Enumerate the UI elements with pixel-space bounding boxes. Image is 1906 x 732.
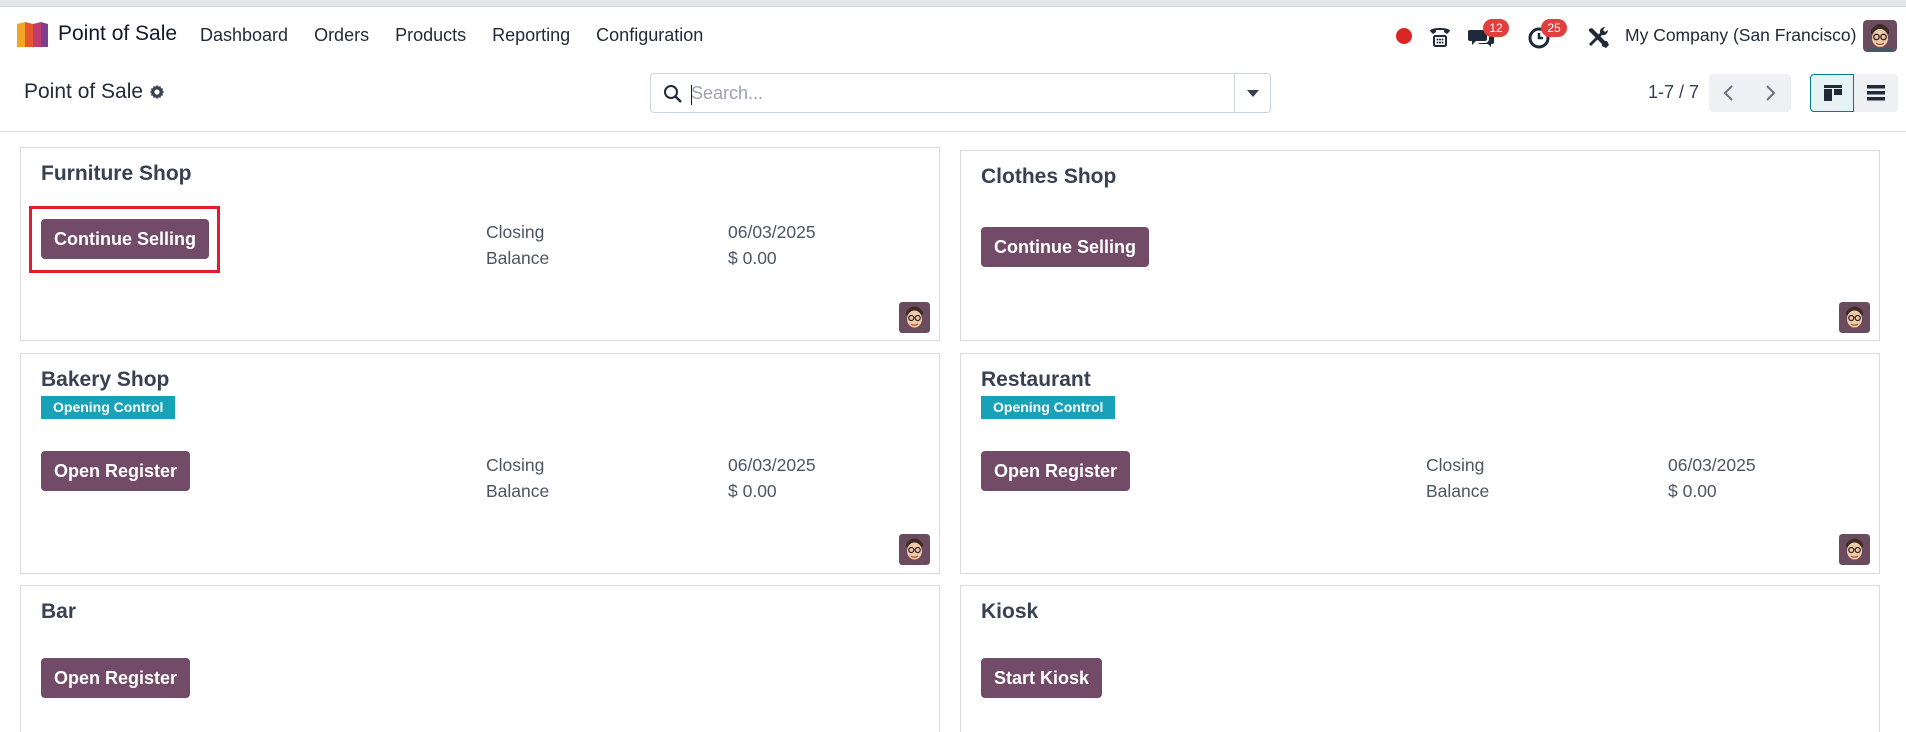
closing-label: Closing — [486, 455, 545, 475]
pos-card-restaurant[interactable]: Restaurant Opening Control Open Register… — [960, 353, 1880, 574]
balance-value: $ 0.00 — [1668, 481, 1717, 501]
open-register-button[interactable]: Open Register — [981, 451, 1131, 491]
card-title[interactable]: Kiosk — [981, 600, 1038, 624]
balance-label: Balance — [486, 248, 550, 268]
highlight-annotation-box — [29, 206, 220, 273]
main-navbar: Point of Sale Dashboard Orders Products … — [0, 12, 1906, 58]
responsible-avatar[interactable] — [1839, 534, 1870, 565]
open-register-button[interactable]: Open Register — [41, 658, 191, 698]
card-title[interactable]: Bar — [41, 600, 76, 624]
open-register-button[interactable]: Open Register — [41, 451, 191, 491]
closing-label: Closing — [486, 222, 545, 242]
search-options-toggle[interactable] — [1234, 73, 1271, 113]
balance-value: $ 0.00 — [728, 248, 777, 268]
chevron-left-icon — [1723, 85, 1733, 101]
card-title[interactable]: Clothes Shop — [981, 165, 1116, 189]
menu-reporting[interactable]: Reporting — [492, 25, 570, 46]
card-title[interactable]: Restaurant — [981, 368, 1091, 392]
pager-value[interactable]: 1-7 / 7 — [1648, 82, 1699, 103]
card-title[interactable]: Bakery Shop — [41, 368, 169, 392]
search-input[interactable] — [691, 78, 1221, 108]
menu-products[interactable]: Products — [395, 25, 466, 46]
page-title[interactable]: Point of Sale — [24, 80, 143, 104]
pos-card-bar[interactable]: Bar Open Register — [20, 585, 940, 732]
menu-dashboard[interactable]: Dashboard — [200, 25, 288, 46]
closing-date: 06/03/2025 — [728, 222, 816, 242]
balance-label: Balance — [486, 481, 550, 501]
responsible-avatar[interactable] — [1839, 302, 1870, 333]
app-name[interactable]: Point of Sale — [58, 22, 177, 46]
closing-label: Closing — [1426, 455, 1485, 475]
settings-gear-icon[interactable] — [149, 84, 165, 100]
main-menu: Dashboard Orders Products Reporting Conf… — [200, 25, 729, 46]
start-kiosk-button[interactable]: Start Kiosk — [981, 658, 1103, 698]
responsible-avatar[interactable] — [899, 534, 930, 565]
company-switcher[interactable]: My Company (San Francisco) — [1625, 25, 1856, 46]
voip-phone-icon[interactable] — [1425, 22, 1455, 52]
search-text-cursor — [691, 85, 692, 105]
browser-top-strip — [0, 0, 1906, 7]
balance-value: $ 0.00 — [728, 481, 777, 501]
balance-label: Balance — [1426, 481, 1490, 501]
search-icon — [664, 85, 682, 103]
messages-count-badge: 12 — [1483, 19, 1509, 37]
list-view-icon — [1867, 85, 1885, 101]
caret-down-icon — [1247, 90, 1259, 97]
recording-indicator-icon[interactable] — [1396, 28, 1412, 44]
kanban-view-button[interactable] — [1810, 74, 1854, 112]
list-view-button[interactable] — [1854, 74, 1898, 112]
pager-next-button[interactable] — [1750, 74, 1791, 112]
pager-previous-button[interactable] — [1709, 74, 1750, 112]
opening-control-tag: Opening Control — [41, 396, 176, 419]
control-panel-divider — [0, 131, 1906, 132]
menu-configuration[interactable]: Configuration — [596, 25, 703, 46]
card-title[interactable]: Furniture Shop — [41, 162, 192, 186]
opening-control-tag: Opening Control — [981, 396, 1116, 419]
debug-tools-icon[interactable] — [1583, 22, 1613, 52]
continue-selling-button[interactable]: Continue Selling — [981, 227, 1149, 267]
pos-card-clothes-shop[interactable]: Clothes Shop Continue Selling — [960, 150, 1880, 341]
responsible-avatar[interactable] — [899, 302, 930, 333]
pos-app-icon[interactable] — [14, 20, 50, 50]
pos-card-kiosk[interactable]: Kiosk Start Kiosk — [960, 585, 1880, 732]
kanban-view-icon — [1824, 85, 1842, 101]
pager-buttons — [1709, 74, 1791, 112]
menu-orders[interactable]: Orders — [314, 25, 369, 46]
closing-date: 06/03/2025 — [1668, 455, 1756, 475]
activities-count-badge: 25 — [1541, 19, 1567, 37]
closing-date: 06/03/2025 — [728, 455, 816, 475]
pos-card-bakery-shop[interactable]: Bakery Shop Opening Control Open Registe… — [20, 353, 940, 574]
chevron-right-icon — [1766, 85, 1776, 101]
user-avatar[interactable] — [1863, 20, 1897, 52]
search-bar — [650, 73, 1235, 113]
